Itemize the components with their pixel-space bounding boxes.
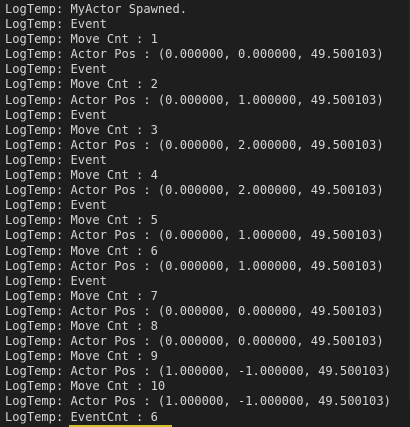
log-line: LogTemp: Move Cnt : 1: [5, 32, 391, 47]
log-message: Move Cnt : 6: [70, 243, 158, 258]
log-category-prefix: LogTemp:: [5, 243, 71, 258]
log-category-prefix: LogTemp:: [5, 152, 71, 167]
log-line: LogTemp: Event: [5, 62, 391, 77]
log-line: LogTemp: Move Cnt : 10: [5, 379, 391, 394]
log-line: LogTemp: Actor Pos : (1.000000, -1.00000…: [5, 364, 391, 379]
log-line: LogTemp: Move Cnt : 9: [5, 349, 391, 364]
log-line: LogTemp: Actor Pos : (0.000000, 1.000000…: [5, 228, 391, 243]
log-line: LogTemp: Actor Pos : (0.000000, 1.000000…: [5, 93, 391, 108]
log-category-prefix: LogTemp:: [5, 137, 71, 152]
output-log-console: LogTemp: MyActor Spawned. LogTemp: Event L…: [0, 0, 410, 424]
log-category-prefix: LogTemp:: [5, 2, 71, 16]
log-line: LogTemp: Event: [5, 198, 391, 213]
log-message-highlighted: EventCnt : 6: [70, 409, 158, 424]
log-category-prefix: LogTemp:: [5, 198, 71, 213]
log-message: Event: [70, 152, 107, 167]
log-message: Move Cnt : 5: [70, 213, 158, 228]
log-line: LogTemp: Actor Pos : (0.000000, 1.000000…: [5, 259, 391, 274]
log-message: Move Cnt : 4: [70, 168, 158, 183]
log-category-prefix: LogTemp:: [5, 273, 71, 288]
log-category-prefix: LogTemp:: [5, 168, 71, 183]
log-category-prefix: LogTemp:: [5, 349, 71, 364]
log-line: LogTemp: Move Cnt : 5: [5, 213, 391, 228]
log-category-prefix: LogTemp:: [5, 92, 71, 107]
log-line: LogTemp: Actor Pos : (1.000000, -1.00000…: [5, 394, 391, 409]
log-message: Move Cnt : 10: [70, 379, 166, 394]
log-category-prefix: LogTemp:: [5, 394, 71, 409]
log-message: Actor Pos : (0.000000, 0.000000, 49.5001…: [70, 303, 384, 318]
log-category-prefix: LogTemp:: [5, 318, 71, 333]
log-message: Actor Pos : (0.000000, 0.000000, 49.5001…: [70, 47, 384, 62]
log-line: LogTemp: Actor Pos : (0.000000, 0.000000…: [5, 304, 391, 319]
log-category-prefix: LogTemp:: [5, 183, 71, 198]
log-message: Move Cnt : 8: [70, 318, 158, 333]
log-category-prefix: LogTemp:: [5, 379, 71, 394]
log-category-prefix: LogTemp:: [5, 47, 71, 62]
log-line: LogTemp: Actor Pos : (0.000000, 2.000000…: [5, 138, 391, 153]
log-line: LogTemp: Move Cnt : 7: [5, 289, 391, 304]
log-line: LogTemp: Actor Pos : (0.000000, 2.000000…: [5, 183, 391, 198]
log-message: Move Cnt : 9: [70, 349, 158, 364]
log-message: Move Cnt : 1: [70, 32, 158, 47]
log-message: Move Cnt : 7: [70, 288, 158, 303]
log-category-prefix: LogTemp:: [5, 303, 71, 318]
log-line: LogTemp: EventCnt : 6: [5, 410, 391, 425]
log-message: Event: [70, 198, 107, 213]
log-message: Actor Pos : (0.000000, 0.000000, 49.5001…: [70, 334, 384, 349]
log-category-prefix: LogTemp:: [5, 32, 71, 47]
log-message: Actor Pos : (0.000000, 1.000000, 49.5001…: [70, 92, 384, 107]
log-line: LogTemp: Move Cnt : 3: [5, 123, 391, 138]
log-line: LogTemp: Event: [5, 17, 391, 32]
log-message: Event: [70, 17, 107, 32]
log-line: LogTemp: Actor Pos : (0.000000, 0.000000…: [5, 47, 391, 62]
log-message: Actor Pos : (1.000000, -1.000000, 49.500…: [70, 394, 391, 409]
log-message: Actor Pos : (0.000000, 1.000000, 49.5001…: [70, 258, 384, 273]
log-message: Event: [70, 107, 107, 122]
log-category-prefix: LogTemp:: [5, 409, 71, 424]
log-message: MyActor Spawned.: [70, 2, 188, 16]
log-category-prefix: LogTemp:: [5, 258, 71, 273]
log-line: LogTemp: Move Cnt : 4: [5, 168, 391, 183]
log-category-prefix: LogTemp:: [5, 122, 71, 137]
log-category-prefix: LogTemp:: [5, 62, 71, 77]
log-message: Event: [70, 273, 107, 288]
log-line: LogTemp: Event: [5, 153, 391, 168]
log-line: LogTemp: Move Cnt : 6: [5, 244, 391, 259]
log-line: LogTemp: Move Cnt : 2: [5, 77, 391, 92]
log-category-prefix: LogTemp:: [5, 228, 71, 243]
log-message: Move Cnt : 2: [70, 77, 158, 92]
log-category-prefix: LogTemp:: [5, 364, 71, 379]
log-message: Actor Pos : (0.000000, 2.000000, 49.5001…: [70, 137, 384, 152]
log-line: LogTemp: MyActor Spawned.: [5, 2, 391, 17]
log-category-prefix: LogTemp:: [5, 77, 71, 92]
log-message: Event: [70, 62, 107, 77]
log-category-prefix: LogTemp:: [5, 213, 71, 228]
log-lines: LogTemp: MyActor Spawned. LogTemp: Event L…: [5, 2, 391, 425]
log-line: LogTemp: Actor Pos : (0.000000, 0.000000…: [5, 334, 391, 349]
log-message: Move Cnt : 3: [70, 122, 158, 137]
log-message: Actor Pos : (0.000000, 1.000000, 49.5001…: [70, 228, 384, 243]
log-category-prefix: LogTemp:: [5, 334, 71, 349]
log-category-prefix: LogTemp:: [5, 288, 71, 303]
log-category-prefix: LogTemp:: [5, 107, 71, 122]
log-message: Actor Pos : (0.000000, 2.000000, 49.5001…: [70, 183, 384, 198]
log-line: LogTemp: Event: [5, 108, 391, 123]
log-line: LogTemp: Move Cnt : 8: [5, 319, 391, 334]
log-line: LogTemp: Event: [5, 274, 391, 289]
log-message: Actor Pos : (1.000000, -1.000000, 49.500…: [70, 364, 391, 379]
log-category-prefix: LogTemp:: [5, 17, 71, 32]
